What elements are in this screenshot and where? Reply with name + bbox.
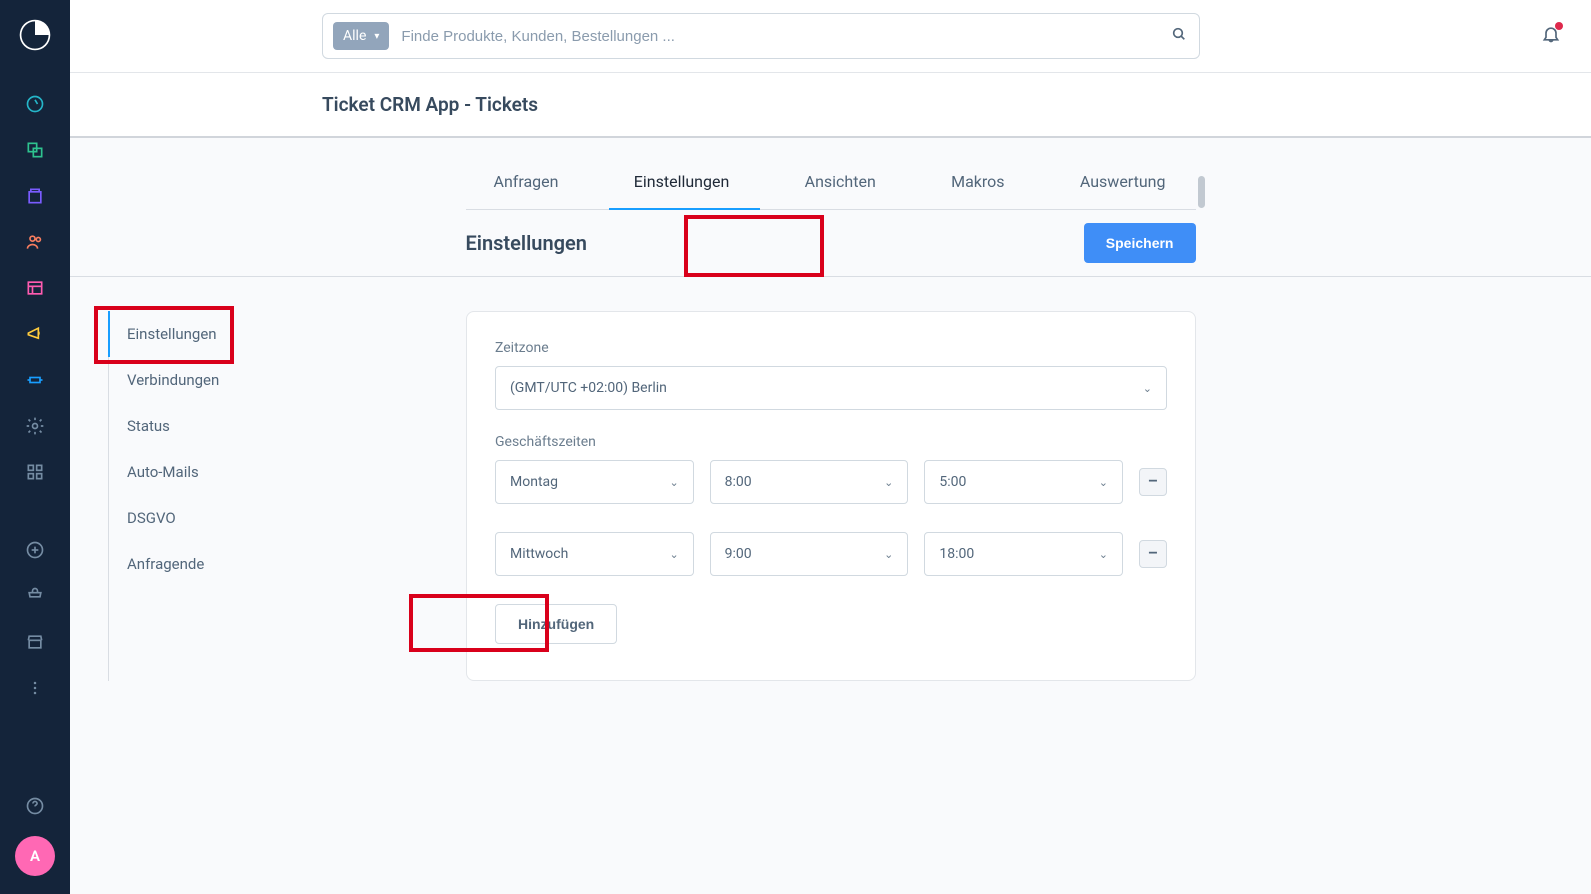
- more-icon[interactable]: [23, 676, 47, 700]
- section-title: Einstellungen: [466, 231, 587, 255]
- settings-nav-einstellungen[interactable]: Einstellungen: [109, 311, 308, 357]
- chevron-down-icon: ⌄: [884, 548, 893, 561]
- from-time-select[interactable]: 9:00 ⌄: [710, 532, 909, 576]
- chevron-down-icon: ⌄: [669, 548, 678, 561]
- notifications-icon[interactable]: [1541, 24, 1561, 49]
- search-input[interactable]: [401, 28, 1159, 45]
- chevron-down-icon: ⌄: [1099, 476, 1108, 489]
- remove-row-button[interactable]: −: [1139, 540, 1167, 568]
- hours-row: Montag ⌄ 8:00 ⌄ 5:00 ⌄ −: [495, 460, 1167, 504]
- catalog-icon[interactable]: [23, 138, 47, 162]
- from-value: 9:00: [725, 546, 752, 562]
- main-sidebar: A: [0, 0, 70, 894]
- to-time-select[interactable]: 18:00 ⌄: [924, 532, 1123, 576]
- from-value: 8:00: [725, 474, 752, 490]
- content-tabs: Anfragen Einstellungen Ansichten Makros …: [466, 138, 1196, 210]
- minus-icon: −: [1148, 473, 1157, 491]
- chevron-down-icon: ⌄: [1143, 382, 1152, 395]
- dashboard-icon[interactable]: [23, 92, 47, 116]
- page-title: Ticket CRM App - Tickets: [322, 93, 538, 116]
- settings-card: Zeitzone (GMT/UTC +02:00) Berlin ⌄ Gesch…: [466, 311, 1196, 681]
- apps-icon[interactable]: [23, 460, 47, 484]
- search-icon[interactable]: [1171, 26, 1187, 46]
- day-select[interactable]: Montag ⌄: [495, 460, 694, 504]
- hours-row: Mittwoch ⌄ 9:00 ⌄ 18:00 ⌄ −: [495, 532, 1167, 576]
- user-avatar[interactable]: A: [15, 836, 55, 876]
- timezone-value: (GMT/UTC +02:00) Berlin: [510, 380, 667, 396]
- timezone-label: Zeitzone: [495, 340, 1167, 356]
- notification-badge: [1555, 22, 1563, 30]
- app-logo[interactable]: [18, 18, 52, 52]
- content-icon[interactable]: [23, 276, 47, 300]
- day-value: Mittwoch: [510, 546, 568, 562]
- avatar-initial: A: [30, 847, 40, 865]
- settings-sidebar: Einstellungen Verbindungen Status Auto-M…: [108, 311, 308, 681]
- settings-nav-status[interactable]: Status: [109, 403, 308, 449]
- settings-nav-verbindungen[interactable]: Verbindungen: [109, 357, 308, 403]
- add-row-button[interactable]: Hinzufügen: [495, 604, 617, 644]
- search-filter-dropdown[interactable]: Alle ▾: [333, 22, 389, 50]
- page-title-bar: Ticket CRM App - Tickets: [70, 73, 1591, 138]
- tabs-scrollbar[interactable]: [1198, 176, 1205, 208]
- topbar: Alle ▾: [70, 0, 1591, 73]
- subheader: Einstellungen Speichern: [466, 210, 1196, 276]
- settings-nav-dsgvo[interactable]: DSGVO: [109, 495, 308, 541]
- chevron-down-icon: ⌄: [1099, 548, 1108, 561]
- day-value: Montag: [510, 474, 558, 490]
- save-button[interactable]: Speichern: [1084, 223, 1196, 263]
- settings-icon[interactable]: [23, 414, 47, 438]
- chevron-down-icon: ⌄: [669, 476, 678, 489]
- add-icon[interactable]: [23, 538, 47, 562]
- chevron-down-icon: ⌄: [884, 476, 893, 489]
- timezone-select[interactable]: (GMT/UTC +02:00) Berlin ⌄: [495, 366, 1167, 410]
- to-time-select[interactable]: 5:00 ⌄: [924, 460, 1123, 504]
- business-hours-label: Geschäftszeiten: [495, 434, 1167, 450]
- orders-icon[interactable]: [23, 184, 47, 208]
- day-select[interactable]: Mittwoch ⌄: [495, 532, 694, 576]
- chevron-down-icon: ▾: [374, 31, 379, 42]
- customers-icon[interactable]: [23, 230, 47, 254]
- help-icon[interactable]: [23, 794, 47, 818]
- marketing-icon[interactable]: [23, 322, 47, 346]
- settings-nav-automails[interactable]: Auto-Mails: [109, 449, 308, 495]
- tab-settings[interactable]: Einstellungen: [634, 172, 730, 209]
- tab-reports[interactable]: Auswertung: [1080, 172, 1166, 209]
- tab-requests[interactable]: Anfragen: [494, 172, 559, 209]
- from-time-select[interactable]: 8:00 ⌄: [710, 460, 909, 504]
- tab-views[interactable]: Ansichten: [805, 172, 876, 209]
- tab-macros[interactable]: Makros: [951, 172, 1004, 209]
- global-search: Alle ▾: [322, 13, 1200, 59]
- store-icon[interactable]: [23, 630, 47, 654]
- shop-icon[interactable]: [23, 584, 47, 608]
- minus-icon: −: [1148, 545, 1157, 563]
- settings-nav-anfragende[interactable]: Anfragende: [109, 541, 308, 587]
- search-filter-label: Alle: [343, 28, 366, 44]
- extensions-icon[interactable]: [23, 368, 47, 392]
- remove-row-button[interactable]: −: [1139, 468, 1167, 496]
- to-value: 5:00: [939, 474, 966, 490]
- to-value: 18:00: [939, 546, 974, 562]
